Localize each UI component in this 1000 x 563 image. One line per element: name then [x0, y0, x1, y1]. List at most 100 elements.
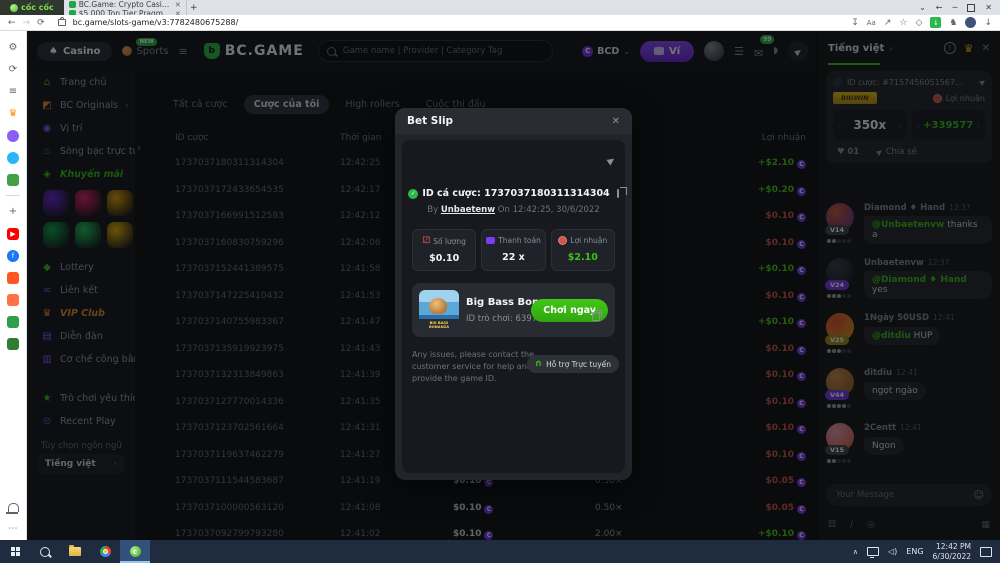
bet-tab[interactable]: Cược của tôi [243, 95, 330, 114]
sidebar-item-fairness[interactable]: ▥ Cơ chế công bằng [27, 348, 135, 371]
action-center-icon[interactable] [980, 546, 992, 557]
download-manager-icon[interactable]: ↓ [930, 17, 942, 28]
sidebar-item-vip-club[interactable]: ♛ VIP Club [27, 302, 135, 325]
username[interactable]: Diamond ♦ Hand [864, 203, 945, 213]
coin-flip-icon[interactable]: ◎ [867, 520, 875, 530]
betlist-icon[interactable]: ☰ [734, 45, 744, 58]
gif-keyboard-icon[interactable]: ▦ [981, 520, 990, 530]
copy-icon[interactable] [591, 309, 602, 321]
chat-toggle-button[interactable]: ▶ [788, 41, 808, 61]
taskbar-search-button[interactable] [30, 540, 60, 563]
minimize-button[interactable]: ─ [952, 3, 957, 12]
youtube-icon[interactable]: ▶ [7, 227, 20, 240]
games-icon[interactable] [7, 173, 20, 186]
chrome-button[interactable] [90, 540, 120, 563]
casino-toggle[interactable]: ♠ Casino [37, 41, 113, 61]
sidebar-item-favorite-games[interactable]: ★ Trò chơi yêu thích [27, 387, 135, 410]
translate-icon[interactable]: Aa [867, 19, 876, 27]
new-tab-button[interactable]: + [187, 0, 201, 15]
browser-tab[interactable]: BC.Game: Crypto Casino Gan✕ [64, 0, 187, 9]
search-input[interactable] [340, 45, 544, 57]
user-avatar[interactable] [704, 41, 725, 61]
coccoc-taskbar-button[interactable]: c [120, 540, 150, 563]
tray-expand-icon[interactable]: ∧ [853, 548, 858, 556]
back-button[interactable]: ← [8, 18, 16, 28]
tab-search-icon[interactable]: ⌄ [919, 3, 926, 12]
menu-icon[interactable]: ≡ [179, 45, 188, 58]
rain-icon[interactable]: ∕ [850, 520, 853, 530]
messenger-icon[interactable] [7, 129, 20, 142]
game-search[interactable] [317, 40, 553, 62]
profile-avatar[interactable] [965, 17, 977, 28]
beetle-promo[interactable] [43, 222, 69, 248]
share-bet-icon[interactable]: ▶ [606, 155, 617, 167]
sports-toggle[interactable]: NEW Sports [122, 37, 169, 57]
dice-roll-icon[interactable]: ⚄ [828, 520, 836, 530]
sidebar-item-lottery[interactable]: ◆ Lottery [27, 256, 135, 279]
notifications-bell-icon[interactable]: ◗ [773, 46, 778, 56]
crown-icon[interactable]: ♛ [7, 107, 20, 120]
education-icon[interactable] [7, 337, 20, 350]
network-icon[interactable] [867, 547, 879, 558]
language-selector[interactable]: Tiếng việt › [37, 454, 125, 474]
bettor-username[interactable]: Unbaetenw [441, 205, 495, 215]
table-row[interactable]: 1737037100000563120 12:41:08 $0.10 C 0.50× $0… [135, 496, 818, 523]
game-thumbnail[interactable]: BIG BASS BONANZA [419, 290, 459, 330]
sidebar-item-recent-play[interactable]: ⊙ Recent Play [27, 410, 135, 433]
pin-sidebar-icon[interactable]: ← [936, 3, 943, 12]
share-arrow-icon[interactable]: ▶ [978, 77, 987, 87]
share-icon[interactable]: ↗ [884, 18, 892, 28]
language-indicator[interactable]: ENG [906, 547, 923, 556]
sidebar-item-positions[interactable]: ◉ Vị trí [27, 117, 135, 140]
extension-icon[interactable]: ♞ [949, 18, 957, 28]
save-page-icon[interactable]: ↧ [851, 18, 859, 28]
currency-selector[interactable]: C BCD ⌄ [582, 45, 630, 57]
wheel-promo[interactable] [75, 190, 101, 216]
user-mention[interactable]: @Unbaetenvw [872, 220, 944, 230]
sheet-icon[interactable] [7, 315, 20, 328]
chat-room-selector[interactable]: Tiếng việt [828, 43, 884, 54]
chat-input-box[interactable]: ☺ [826, 484, 992, 506]
emoji-smiley-icon[interactable]: ☺ [974, 490, 984, 501]
sidebar-item-affiliate[interactable]: ∞ Liên kết [27, 279, 135, 302]
sidebar-item-forum[interactable]: ▤ Diễn đàn [27, 325, 135, 348]
calendar-icon[interactable] [7, 271, 20, 284]
share-button[interactable]: ▶Chia sẻ [875, 147, 916, 157]
start-button[interactable] [0, 540, 30, 563]
cart-icon[interactable] [7, 293, 20, 306]
adblock-shield-icon[interactable]: ◇ [915, 18, 922, 28]
reading-list-icon[interactable]: ≡ [7, 85, 20, 98]
user-mention[interactable]: @ditdiu [872, 331, 911, 341]
sidebar-item-live-casino[interactable]: ♨ Sòng bạc trực tuyến [27, 140, 135, 163]
lucky-spin-promo[interactable] [43, 190, 69, 216]
music-app-icon[interactable] [7, 151, 20, 164]
url-field[interactable]: bc.game/slots-game/v3:7782480675288/ [73, 18, 239, 27]
username[interactable]: 1Ngày 50USD [864, 313, 929, 323]
forward-button[interactable]: → [23, 18, 31, 28]
refresh-button[interactable]: ⟳ [37, 18, 45, 28]
info-icon[interactable]: ! [943, 42, 956, 54]
copy-icon[interactable] [616, 187, 627, 198]
bet-tab[interactable]: Tất cả cược [163, 95, 238, 114]
browser-bell-icon[interactable] [5, 503, 19, 514]
add-icon[interactable]: + [7, 205, 20, 218]
close-button[interactable]: ✕ [985, 3, 992, 12]
taskbar-clock[interactable]: 12:42 PM 6/30/2022 [933, 542, 971, 562]
table-row[interactable]: 1737037092799793280 12:41:02 $0.10 C 2.00× +$… [135, 522, 818, 540]
chat-close-icon[interactable]: ✕ [982, 43, 990, 54]
pinned-win-card[interactable]: ID cược: #7157456051567... ▶ BIGWIN Lợi … [826, 71, 992, 163]
volume-icon[interactable]: ◁) [888, 547, 897, 556]
like-button[interactable]: ♥ 01 [837, 147, 859, 157]
username[interactable]: Unbaetenvw [864, 258, 924, 268]
piggy-promo[interactable] [107, 190, 133, 216]
downloads-tray-icon[interactable]: ↓ [984, 18, 992, 28]
inbox-button[interactable]: ✉ 99 [754, 34, 775, 61]
modal-close-icon[interactable]: ✕ [612, 116, 620, 127]
settings-icon[interactable]: ⚙ [7, 41, 20, 54]
ssl-lock-icon[interactable] [57, 17, 66, 26]
sidebar-item-bc-originals[interactable]: ◩ BC Originals › [27, 94, 135, 117]
wallet-button[interactable]: Ví [639, 40, 695, 62]
chick-promo[interactable] [107, 222, 133, 248]
chat-message-input[interactable] [834, 489, 974, 501]
restore-button[interactable] [967, 3, 976, 12]
